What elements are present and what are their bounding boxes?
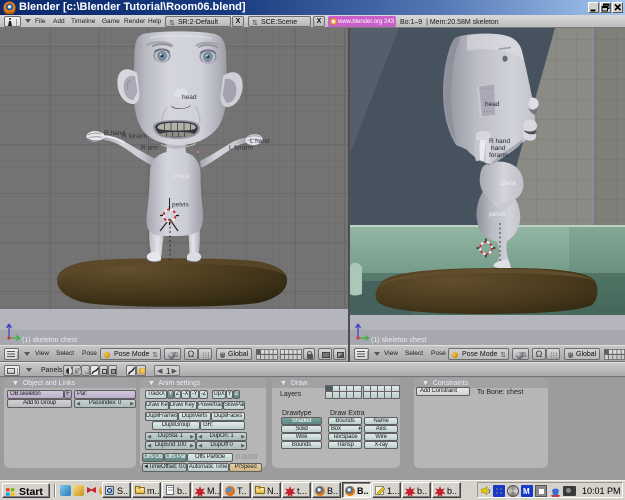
svg-text:forarm: forarm — [489, 152, 508, 159]
svg-text:chest: chest — [174, 173, 190, 180]
svg-text:R arm: R arm — [141, 145, 159, 152]
svg-text:pelvis: pelvis — [489, 211, 506, 218]
svg-text:hand: hand — [491, 145, 506, 152]
svg-text:R forarm: R forarm — [122, 133, 147, 140]
svg-text:head: head — [182, 94, 197, 101]
svg-text:head: head — [485, 101, 500, 108]
svg-text:L forarm: L forarm — [229, 145, 253, 152]
svg-text:pelvis: pelvis — [172, 202, 189, 209]
svg-text:(1) skeleton chest: (1) skeleton chest — [22, 337, 77, 344]
svg-text:chest: chest — [500, 180, 516, 187]
svg-text:(1) skeleton chest: (1) skeleton chest — [371, 337, 426, 344]
svg-text:L hand: L hand — [250, 138, 270, 145]
svg-text:R hand: R hand — [489, 138, 510, 145]
